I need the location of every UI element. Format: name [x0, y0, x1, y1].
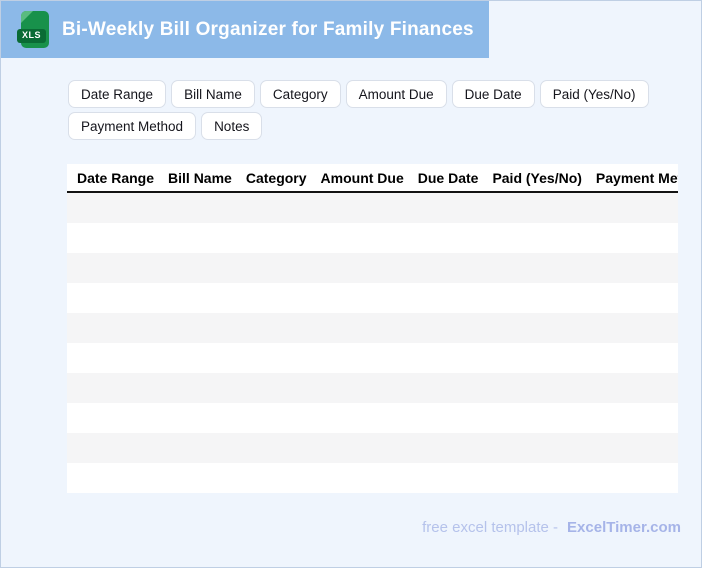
- table-row: [67, 403, 678, 433]
- chip-payment-method[interactable]: Payment Method: [68, 112, 197, 140]
- table-row: [67, 433, 678, 463]
- table-body: [67, 193, 678, 493]
- table-row: [67, 223, 678, 253]
- page: XLS Bi-Weekly Bill Organizer for Family …: [0, 0, 702, 568]
- table-row: [67, 343, 678, 373]
- col-header-amount-due: Amount Due: [320, 169, 404, 186]
- chip-paid-yes-no[interactable]: Paid (Yes/No): [539, 80, 649, 108]
- col-header-category: Category: [245, 169, 307, 186]
- chip-notes[interactable]: Notes: [201, 112, 263, 140]
- table-row: [67, 463, 678, 493]
- chip-category[interactable]: Category: [259, 80, 341, 108]
- table-row: [67, 193, 678, 223]
- table-row: [67, 283, 678, 313]
- col-header-due-date: Due Date: [417, 169, 479, 186]
- brand-link[interactable]: ExcelTimer.com: [567, 519, 681, 536]
- xls-file-icon: XLS: [17, 11, 49, 48]
- col-header-date-range: Date Range: [77, 169, 155, 186]
- col-header-payment-method: Payment Method: [595, 169, 678, 186]
- bill-table: Date Range Bill Name Category Amount Due Due…: [67, 164, 678, 493]
- table-row: [67, 313, 678, 343]
- col-header-bill-name: Bill Name: [168, 169, 232, 186]
- table-row: [67, 373, 678, 403]
- header-banner: XLS Bi-Weekly Bill Organizer for Family …: [1, 1, 489, 58]
- footer: free excel template - ExcelTimer.com: [422, 519, 681, 536]
- table-row: [67, 253, 678, 283]
- chip-date-range[interactable]: Date Range: [68, 80, 167, 108]
- xls-badge-label: XLS: [17, 29, 47, 43]
- chip-amount-due[interactable]: Amount Due: [345, 80, 447, 108]
- footer-text: free excel template -: [422, 519, 559, 536]
- table-header-row: Date Range Bill Name Category Amount Due Due…: [67, 164, 678, 193]
- column-chip-list: Date Range Bill Name Category Amount Due Due…: [68, 80, 668, 140]
- col-header-paid-yes-no: Paid (Yes/No): [492, 169, 582, 186]
- chip-bill-name[interactable]: Bill Name: [171, 80, 255, 108]
- page-title: Bi-Weekly Bill Organizer for Family Fina…: [62, 18, 474, 40]
- chip-due-date[interactable]: Due Date: [451, 80, 535, 108]
